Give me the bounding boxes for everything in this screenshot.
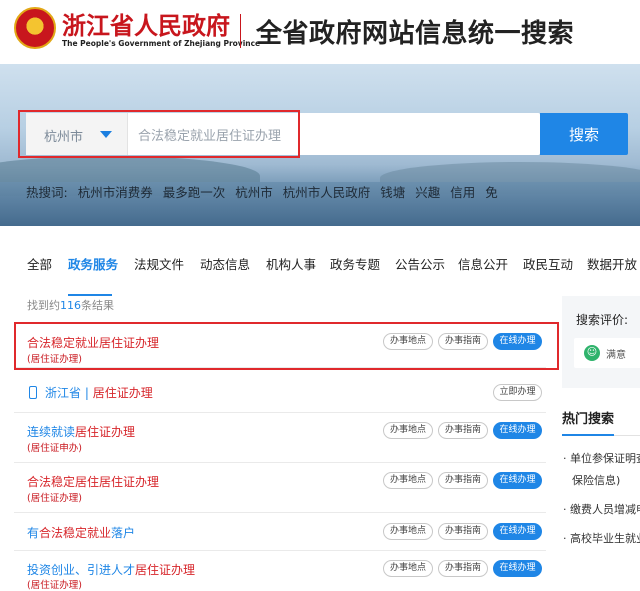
- tab-interaction[interactable]: 政民互动: [523, 254, 573, 273]
- result-category: (居住证办理): [27, 354, 82, 365]
- guide-button[interactable]: 办事指南: [438, 523, 488, 540]
- result-title-link[interactable]: 合法稳定居住居住证办理: [27, 473, 159, 490]
- guide-button[interactable]: 办事指南: [438, 472, 488, 489]
- result-category: (居住证办理): [27, 493, 82, 504]
- hot-search-title: 热门搜索: [562, 412, 615, 427]
- hot-word-link[interactable]: 兴趣: [415, 185, 440, 200]
- site-header: ★ 浙江省人民政府 The People's Government of Zhe…: [0, 0, 640, 64]
- tab-topics[interactable]: 政务专题: [330, 254, 380, 273]
- location-button[interactable]: 办事地点: [383, 560, 433, 577]
- tab-notices[interactable]: 公告公示: [395, 254, 445, 273]
- hot-word-link[interactable]: 钱塘: [380, 185, 405, 200]
- result-item: 投资创业、引进人才居住证办理 (居住证办理) 办事地点 办事指南 在线办理: [14, 551, 546, 591]
- tab-news[interactable]: 动态信息: [200, 254, 250, 273]
- search-box: 杭州市: [26, 113, 540, 155]
- tab-disclosure[interactable]: 信息公开: [458, 254, 508, 273]
- online-button[interactable]: 在线办理: [493, 422, 542, 439]
- result-title-link[interactable]: 有合法稳定就业落户: [27, 524, 135, 541]
- mobile-icon: [29, 386, 37, 399]
- hot-words-label: 热搜词:: [26, 185, 68, 200]
- hot-search-underline: [562, 434, 614, 436]
- online-button[interactable]: 在线办理: [493, 333, 542, 350]
- hot-word-link[interactable]: 杭州市: [235, 185, 273, 200]
- rating-option-satisfied[interactable]: ☺ 满意: [574, 338, 640, 368]
- result-title-link[interactable]: 连续就读居住证办理: [27, 423, 135, 440]
- hot-word-link[interactable]: 免: [485, 185, 498, 200]
- result-category: (居住证申办): [27, 443, 82, 454]
- result-title-link[interactable]: 投资创业、引进人才居住证办理: [27, 561, 195, 578]
- rating-label: 搜索评价:: [576, 313, 629, 327]
- result-item: 合法稳定居住居住证办理 (居住证办理) 办事地点 办事指南 在线办理: [14, 463, 546, 513]
- location-button[interactable]: 办事地点: [383, 472, 433, 489]
- city-select[interactable]: 杭州市: [26, 113, 128, 155]
- result-category: (居住证办理): [27, 580, 82, 591]
- guide-button[interactable]: 办事指南: [438, 333, 488, 350]
- result-item: 有合法稳定就业落户 办事地点 办事指南 在线办理: [14, 513, 546, 551]
- tab-open-data[interactable]: 数据开放: [587, 254, 637, 273]
- location-button[interactable]: 办事地点: [383, 422, 433, 439]
- hot-search-item[interactable]: · 高校毕业生就业: [563, 530, 640, 546]
- result-count: 找到约116条结果: [27, 299, 114, 312]
- result-title-link[interactable]: 浙江省 | 居住证办理: [45, 384, 153, 401]
- tab-personnel[interactable]: 机构人事: [266, 254, 316, 273]
- tab-all[interactable]: 全部: [27, 254, 52, 273]
- search-rating-card: 搜索评价: ☺ 满意: [562, 296, 640, 388]
- guide-button[interactable]: 办事指南: [438, 560, 488, 577]
- hot-word-link[interactable]: 杭州市人民政府: [283, 185, 371, 200]
- gov-name[interactable]: 浙江省人民政府: [62, 6, 230, 41]
- location-button[interactable]: 办事地点: [383, 333, 433, 350]
- hot-word-link[interactable]: 信用: [450, 185, 475, 200]
- hot-search-item[interactable]: · 缴费人员增减申报: [563, 501, 640, 517]
- hot-search-item[interactable]: · 单位参保证明查询: [563, 450, 640, 466]
- result-count-number: 116: [60, 299, 81, 312]
- online-button[interactable]: 在线办理: [493, 560, 542, 577]
- hot-word-link[interactable]: 杭州市消费券: [78, 185, 153, 200]
- rating-option-label: 满意: [606, 350, 626, 361]
- tab-regulations[interactable]: 法规文件: [134, 254, 184, 273]
- online-button[interactable]: 在线办理: [493, 472, 542, 489]
- guide-button[interactable]: 办事指南: [438, 422, 488, 439]
- result-item: 浙江省 | 居住证办理 立即办理: [14, 368, 546, 413]
- active-tab-indicator: [68, 294, 112, 296]
- location-button[interactable]: 办事地点: [383, 523, 433, 540]
- city-select-value: 杭州市: [44, 130, 84, 145]
- hot-word-link[interactable]: 最多跑一次: [163, 185, 226, 200]
- result-item: 合法稳定就业居住证办理 (居住证办理) 办事地点 办事指南 在线办理: [14, 320, 546, 368]
- hot-words: 热搜词: 杭州市消费券 最多跑一次 杭州市 杭州市人民政府 钱塘 兴趣 信用 免: [26, 182, 504, 201]
- result-title-link[interactable]: 合法稳定就业居住证办理: [27, 334, 159, 351]
- hot-search-item-continued[interactable]: 保险信息): [572, 472, 620, 488]
- search-button[interactable]: 搜索: [540, 113, 628, 155]
- online-button[interactable]: 在线办理: [493, 523, 542, 540]
- national-emblem-icon: ★: [14, 7, 56, 49]
- category-tabs: 全部 政务服务 法规文件 动态信息 机构人事 政务专题 公告公示 信息公开 政民…: [0, 226, 640, 296]
- search-input[interactable]: [138, 113, 538, 155]
- site-title: 全省政府网站信息统一搜索: [256, 19, 575, 49]
- header-divider: [240, 14, 241, 48]
- result-item: 连续就读居住证办理 (居住证申办) 办事地点 办事指南 在线办理: [14, 413, 546, 463]
- smile-icon: ☺: [584, 345, 600, 361]
- caret-down-icon: [100, 131, 112, 138]
- tab-gov-services[interactable]: 政务服务: [68, 254, 118, 273]
- immediate-button[interactable]: 立即办理: [493, 384, 542, 401]
- gov-english-name: The People's Government of Zhejiang Prov…: [62, 39, 261, 48]
